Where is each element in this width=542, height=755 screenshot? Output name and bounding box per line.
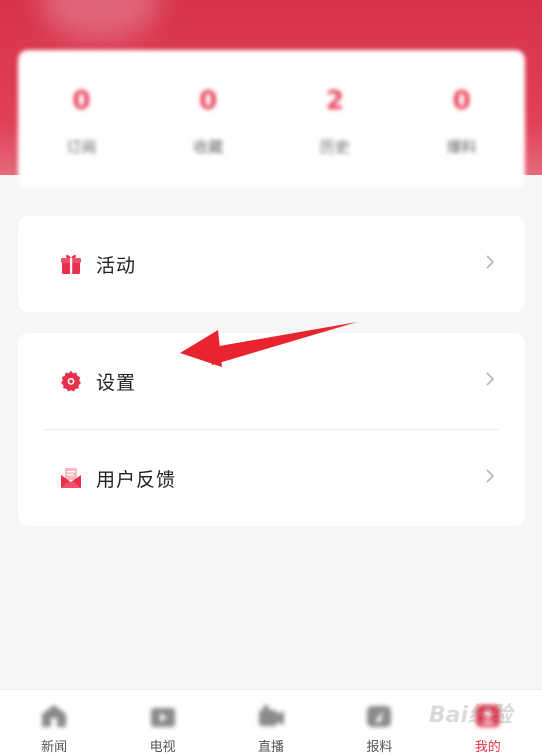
- menu-item-feedback[interactable]: 用户反馈: [18, 430, 525, 526]
- camera-icon: [258, 705, 284, 726]
- stat-reports[interactable]: 0 爆料: [422, 88, 502, 157]
- stat-label: 历史: [319, 138, 350, 156]
- menu-item-label: 设置: [96, 371, 137, 394]
- mail-icon: [58, 465, 84, 491]
- tab-label: 报料: [366, 740, 393, 755]
- watermark: Bai经验: [428, 703, 512, 728]
- gift-icon: [58, 251, 84, 277]
- menu-item-activity[interactable]: 活动: [18, 216, 525, 312]
- avatar-blur: [40, 0, 160, 40]
- gear-icon: [58, 368, 84, 394]
- stat-label: 爆料: [446, 138, 477, 156]
- tab-label: 直播: [257, 740, 284, 755]
- tab-tv[interactable]: 电视: [123, 690, 203, 755]
- stat-value: 0: [72, 86, 91, 116]
- tab-label: 我的: [474, 740, 501, 755]
- tab-news[interactable]: 新闻: [14, 690, 94, 755]
- tab-report[interactable]: 报料: [339, 690, 419, 755]
- tab-live[interactable]: 直播: [231, 690, 311, 755]
- stat-value: 0: [452, 86, 471, 116]
- report-icon: [367, 706, 392, 727]
- stat-value: 2: [325, 86, 344, 116]
- chevron-right-icon: [485, 371, 495, 391]
- stat-history[interactable]: 2 历史: [295, 88, 375, 157]
- stat-subscriptions[interactable]: 0 订阅: [41, 88, 121, 157]
- stats-card: 0 订阅 0 收藏 2 历史 0 爆料: [18, 50, 525, 188]
- stat-value: 0: [199, 86, 218, 116]
- menu-item-label: 活动: [96, 254, 137, 277]
- activity-card: 活动: [18, 216, 525, 312]
- menu-item-settings[interactable]: 设置: [18, 333, 525, 429]
- tab-label: 新闻: [41, 740, 68, 755]
- settings-card: 设置 用户反馈: [18, 333, 525, 526]
- stat-favorites[interactable]: 0 收藏: [168, 88, 248, 157]
- tab-label: 电视: [149, 740, 176, 755]
- chevron-right-icon: [485, 468, 495, 488]
- menu-item-label: 用户反馈: [96, 468, 177, 491]
- chevron-right-icon: [485, 254, 495, 274]
- stat-label: 订阅: [66, 138, 97, 156]
- tv-icon: [150, 708, 175, 727]
- stat-label: 收藏: [193, 138, 224, 156]
- home-icon: [42, 705, 67, 727]
